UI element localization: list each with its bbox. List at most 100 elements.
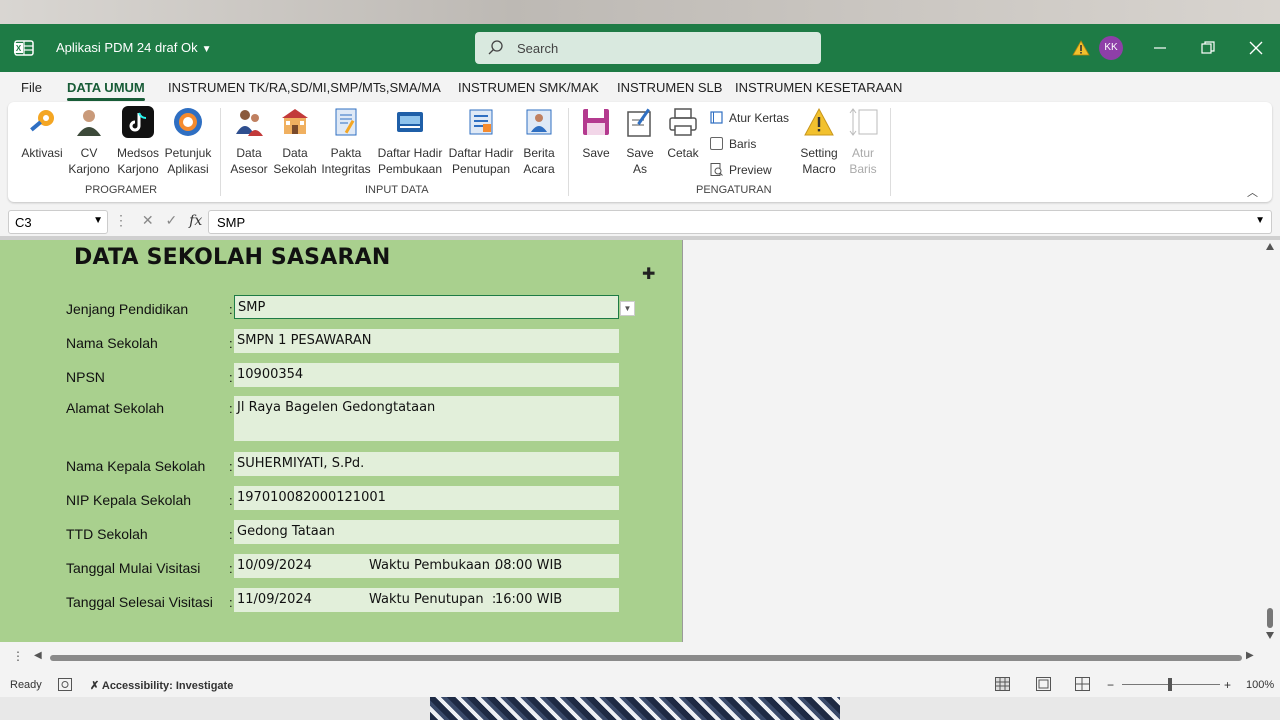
label-jenjang-pendidikan: Jenjang Pendidikan [66,301,189,317]
npsn-field[interactable]: 10900354 [234,363,619,387]
cv-karjono-button[interactable]: CV Karjono [66,106,112,177]
title-bar: X Aplikasi PDM 24 draf Ok ▼ Search KK [0,24,1280,72]
enter-icon[interactable]: ✓ [166,212,178,228]
zoom-level[interactable]: 100% [1246,679,1274,691]
scroll-right-icon[interactable]: ▶ [1246,650,1254,661]
cancel-icon[interactable]: ✕ [142,212,154,228]
scroll-up-icon[interactable] [1266,243,1274,250]
vertical-scrollbar[interactable] [1264,240,1276,642]
macro-record-icon[interactable] [58,678,72,691]
accessibility-status[interactable]: ✗ Accessibility: Investigate [90,679,233,692]
scroll-left-icon[interactable]: ◀ [34,650,42,661]
background-fabric [430,697,840,720]
tab-instrumen-umum[interactable]: INSTRUMEN TK/RA,SD/MI,SMP/MTs,SMA/MA [168,80,441,95]
jenjang-pendidikan-field[interactable]: SMP [234,295,619,319]
tab-instrumen-smk[interactable]: INSTRUMEN SMK/MAK [458,80,599,95]
zoom-out-icon[interactable]: − [1107,678,1114,692]
checkbox-icon [710,137,723,150]
news-icon [526,109,552,135]
ttd-sekolah-field[interactable]: Gedong Tataan [234,520,619,544]
cell-cursor-icon: ✚ [642,266,656,283]
group-label-pengaturan: PENGATURAN [696,184,772,196]
aktivasi-button[interactable]: Aktivasi [20,106,64,161]
restore-button[interactable] [1196,36,1220,60]
horizontal-scrollbar[interactable] [50,655,1242,661]
baris-checkbox[interactable]: Baris [710,137,756,151]
waktu-penutupan-label: Waktu Penutupan : [369,592,497,607]
document-title[interactable]: Aplikasi PDM 24 draf Ok ▼ [56,40,212,55]
formula-input[interactable]: SMP ▼ [208,210,1272,234]
normal-view-icon[interactable] [995,677,1010,691]
sheet-tab-bar: ⋮ ◀ ▶ [0,642,1280,672]
search-box[interactable]: Search [475,32,821,64]
waktu-penutupan-value: 16:00 WIB [495,592,563,607]
formula-controls: ⋮ ✕ ✓ fx [114,212,202,229]
pakta-integritas-button[interactable]: Pakta Integritas [320,106,372,177]
warning-icon [804,107,834,136]
setting-macro-button[interactable]: Setting Macro [796,106,842,177]
ribbon: Aktivasi CV Karjono Medsos Karjono Petun… [8,102,1272,202]
nama-kepala-sekolah-field[interactable]: SUHERMIYATI, S.Pd. [234,452,619,476]
worksheet[interactable]: DATA SEKOLAH SASARAN ✚ Jenjang Pendidika… [0,240,1280,642]
more-icon[interactable]: ⋮ [12,649,24,663]
scroll-down-icon[interactable] [1266,632,1274,639]
svg-text:X: X [16,44,22,53]
status-ready: Ready [10,679,42,691]
tab-file[interactable]: File [21,80,42,95]
atur-baris-button[interactable]: Atur Baris [846,106,880,177]
tab-data-umum[interactable]: DATA UMUM [67,80,145,101]
desktop-background-bottom [0,697,1280,720]
tanggal-selesai-visitasi-field[interactable]: 11/09/2024 Waktu Penutupan : 16:00 WIB [234,588,619,612]
atur-kertas-button[interactable]: Atur Kertas [710,111,789,125]
alamat-sekolah-field[interactable]: Jl Raya Bagelen Gedongtataan [234,396,619,441]
more-icon[interactable]: ⋮ [114,212,128,228]
page-break-icon[interactable] [1075,677,1090,691]
ribbon-tabs: File DATA UMUM INSTRUMEN TK/RA,SD/MI,SMP… [0,72,1280,102]
nama-sekolah-field[interactable]: SMPN 1 PESAWARAN [234,329,619,353]
save-as-icon [627,108,651,137]
label-nip-kepala-sekolah: NIP Kepala Sekolah [66,492,192,508]
collapse-ribbon-icon[interactable]: ︿ [1247,184,1258,200]
label-ttd-sekolah: TTD Sekolah [66,526,148,542]
avatar[interactable]: KK [1099,36,1123,60]
label-tanggal-mulai-visitasi: Tanggal Mulai Visitasi [66,560,201,576]
save-as-button[interactable]: Save As [622,106,658,177]
tab-instrumen-kesetaraan[interactable]: INSTRUMEN KESETARAAN [735,80,902,95]
minimize-button[interactable] [1148,36,1172,60]
chevron-down-icon: ▼ [201,44,212,55]
tab-instrumen-slb[interactable]: INSTRUMEN SLB [617,80,722,95]
name-box[interactable]: C3 ▼ [8,210,108,234]
cetak-button[interactable]: Cetak [666,106,700,161]
colon: : [229,561,233,576]
scroll-thumb[interactable] [1267,608,1273,628]
medsos-karjono-button[interactable]: Medsos Karjono [114,106,162,177]
row-height-icon [849,108,878,136]
warning-icon[interactable] [1072,40,1090,56]
zoom-slider-thumb[interactable] [1168,678,1172,691]
label-npsn: NPSN [66,369,105,385]
petunjuk-aplikasi-button[interactable]: Petunjuk Aplikasi [163,106,213,177]
tiktok-icon [122,106,154,138]
page-layout-icon[interactable] [1036,677,1051,691]
daftar-hadir-pembukaan-button[interactable]: Daftar Hadir Pembukaan [376,106,444,177]
berita-acara-button[interactable]: Berita Acara [518,106,560,177]
nip-kepala-sekolah-field[interactable]: 197010082000121001 [234,486,619,510]
close-button[interactable] [1244,36,1268,60]
daftar-hadir-penutupan-button[interactable]: Daftar Hadir Penutupan [447,106,515,177]
data-sekolah-button[interactable]: Data Sekolah [272,106,318,177]
excel-icon: X [14,40,34,56]
colon: : [229,595,233,610]
chevron-down-icon: ▼ [93,215,103,226]
form-panel: DATA SEKOLAH SASARAN ✚ Jenjang Pendidika… [0,240,683,642]
colon: : [229,527,233,542]
dropdown-arrow-icon[interactable]: ▼ [620,301,635,316]
preview-button[interactable]: Preview [710,163,772,177]
data-asesor-button[interactable]: Data Asesor [228,106,270,177]
waktu-pembukaan-label: Waktu Pembukaan : [369,558,499,573]
function-icon[interactable]: fx [189,213,202,229]
guide-icon [174,108,202,136]
tanggal-mulai-visitasi-field[interactable]: 10/09/2024 Waktu Pembukaan : 08:00 WIB [234,554,619,578]
save-button[interactable]: Save [578,106,614,161]
zoom-in-icon[interactable]: + [1224,678,1231,692]
document-pen-icon [335,108,357,136]
